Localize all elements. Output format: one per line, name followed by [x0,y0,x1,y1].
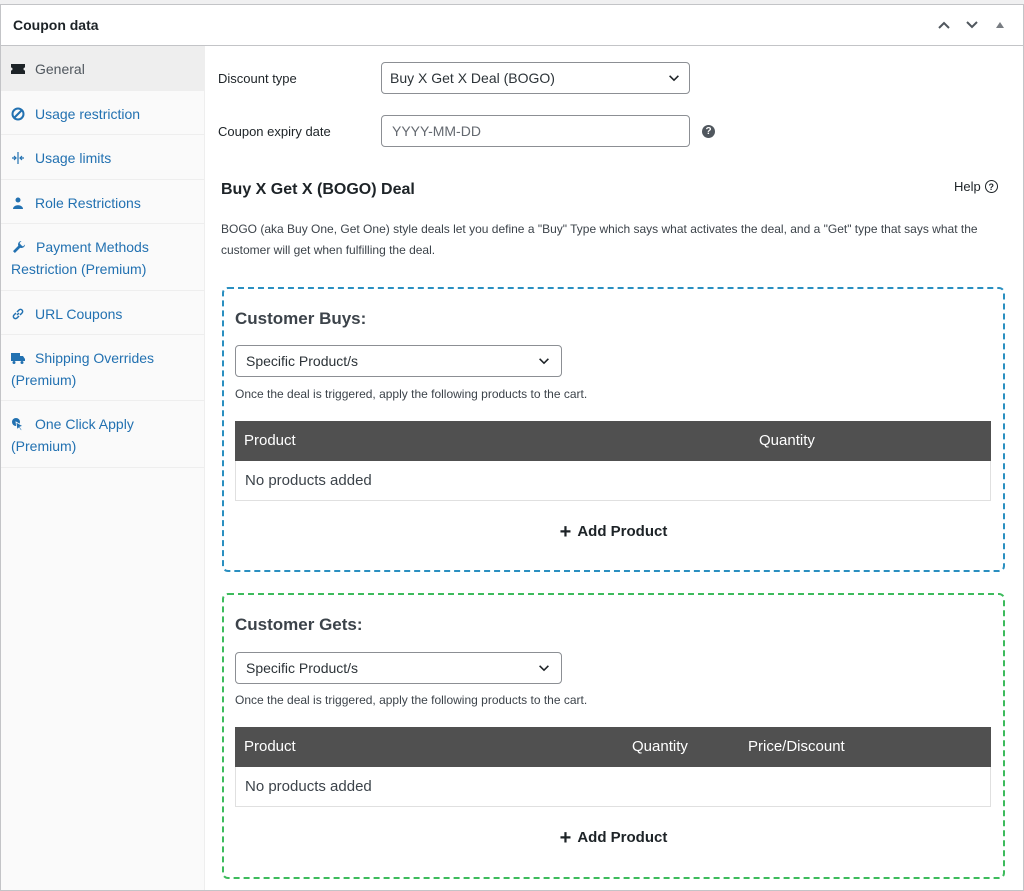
plus-icon: + [559,827,572,849]
sidebar-item-url-coupons[interactable]: URL Coupons [1,291,204,335]
sidebar-item-shipping-overrides[interactable]: Shipping Overrides (Premium) [1,335,204,401]
limits-icon [11,149,27,164]
sidebar-item-general[interactable]: General [1,46,204,91]
customer-buys-table: Product Quantity No products added [235,421,991,501]
panel-controls [933,14,1011,36]
chevron-down-icon [539,358,549,365]
add-product-label: Add Product [577,829,668,846]
sidebar-item-label: Usage restriction [35,106,141,122]
panel-body: General Usage restriction Usage limits R… [1,46,1023,890]
table-row: No products added [235,767,991,807]
truck-icon [11,349,27,364]
table-row: No products added [235,461,991,501]
bogo-description: BOGO (aka Buy One, Get One) style deals … [221,222,978,257]
customer-buys-note: Once the deal is triggered, apply the fo… [235,387,588,401]
column-price-discount: Price/Discount [748,738,845,755]
customer-gets-box: Customer Gets: Specific Product/s Once t… [222,593,1005,879]
sidebar-item-label: Shipping Overrides (Premium) [11,350,155,388]
block-icon [11,105,27,121]
sidebar-item-usage-restriction[interactable]: Usage restriction [1,91,204,135]
discount-type-select[interactable]: Buy X Get X Deal (BOGO) [381,62,690,94]
chevron-down-icon [966,21,978,29]
panel-header: Coupon data [1,5,1023,46]
table-header: Product Quantity Price/Discount [235,727,991,767]
toggle-panel-button[interactable] [989,14,1011,36]
help-label: Help [954,179,981,194]
user-icon [11,194,27,209]
ticket-icon [11,60,27,74]
sidebar-item-role-restrictions[interactable]: Role Restrictions [1,180,204,224]
discount-type-value: Buy X Get X Deal (BOGO) [390,70,555,86]
general-tab-content: Discount type Buy X Get X Deal (BOGO) Co… [205,46,1023,890]
move-down-button[interactable] [961,14,983,36]
column-product: Product [244,738,296,755]
expiry-date-label: Coupon expiry date [218,124,331,139]
sidebar-item-label: General [35,61,85,77]
coupon-data-panel: Coupon data General Usage restriction Us… [0,4,1024,891]
sidebar-item-one-click-apply[interactable]: One Click Apply (Premium) [1,401,204,468]
empty-message: No products added [245,778,372,795]
help-tip-icon[interactable]: ? [702,125,715,138]
link-icon [11,305,27,320]
panel-title: Coupon data [13,17,99,33]
add-product-label: Add Product [577,523,668,540]
customer-buys-box: Customer Buys: Specific Product/s Once t… [222,287,1005,572]
pointer-icon [11,415,27,432]
customer-buys-title: Customer Buys: [235,309,367,328]
sidebar-item-payment-methods[interactable]: Payment Methods Restriction (Premium) [1,224,204,291]
bogo-section-title: Buy X Get X (BOGO) Deal [221,181,415,198]
sidebar-item-label: URL Coupons [35,306,123,322]
customer-gets-type-select[interactable]: Specific Product/s [235,652,562,684]
coupon-tabs-sidebar: General Usage restriction Usage limits R… [1,46,205,890]
triangle-up-icon [996,22,1004,28]
chevron-down-icon [669,75,679,82]
question-icon: ? [984,180,998,193]
column-quantity: Quantity [759,432,815,449]
sidebar-item-label: Role Restrictions [35,195,141,211]
column-product: Product [244,432,296,449]
discount-type-label: Discount type [218,71,297,86]
add-product-button[interactable]: + Add Product [224,827,1003,850]
table-header: Product Quantity [235,421,991,461]
customer-buys-type-select[interactable]: Specific Product/s [235,345,562,377]
empty-message: No products added [245,472,372,489]
customer-gets-table: Product Quantity Price/Discount No produ… [235,727,991,807]
customer-gets-note: Once the deal is triggered, apply the fo… [235,693,588,707]
sidebar-item-label: Payment Methods Restriction (Premium) [11,239,149,277]
wrench-icon [12,238,28,253]
sidebar-item-usage-limits[interactable]: Usage limits [1,135,204,180]
chevron-up-icon [938,21,950,29]
expiry-date-input[interactable]: YYYY-MM-DD [381,115,690,147]
sidebar-item-label: Usage limits [35,150,112,166]
expiry-date-placeholder: YYYY-MM-DD [392,123,481,139]
plus-icon: + [559,521,572,543]
chevron-down-icon [539,665,549,672]
sidebar-item-label: One Click Apply (Premium) [11,416,134,454]
move-up-button[interactable] [933,14,955,36]
customer-gets-title: Customer Gets: [235,615,363,634]
help-button[interactable]: Help ? [954,179,998,194]
add-product-button[interactable]: + Add Product [224,521,1003,544]
column-quantity: Quantity [632,738,688,755]
customer-gets-type-value: Specific Product/s [246,660,359,676]
customer-buys-type-value: Specific Product/s [246,353,359,369]
